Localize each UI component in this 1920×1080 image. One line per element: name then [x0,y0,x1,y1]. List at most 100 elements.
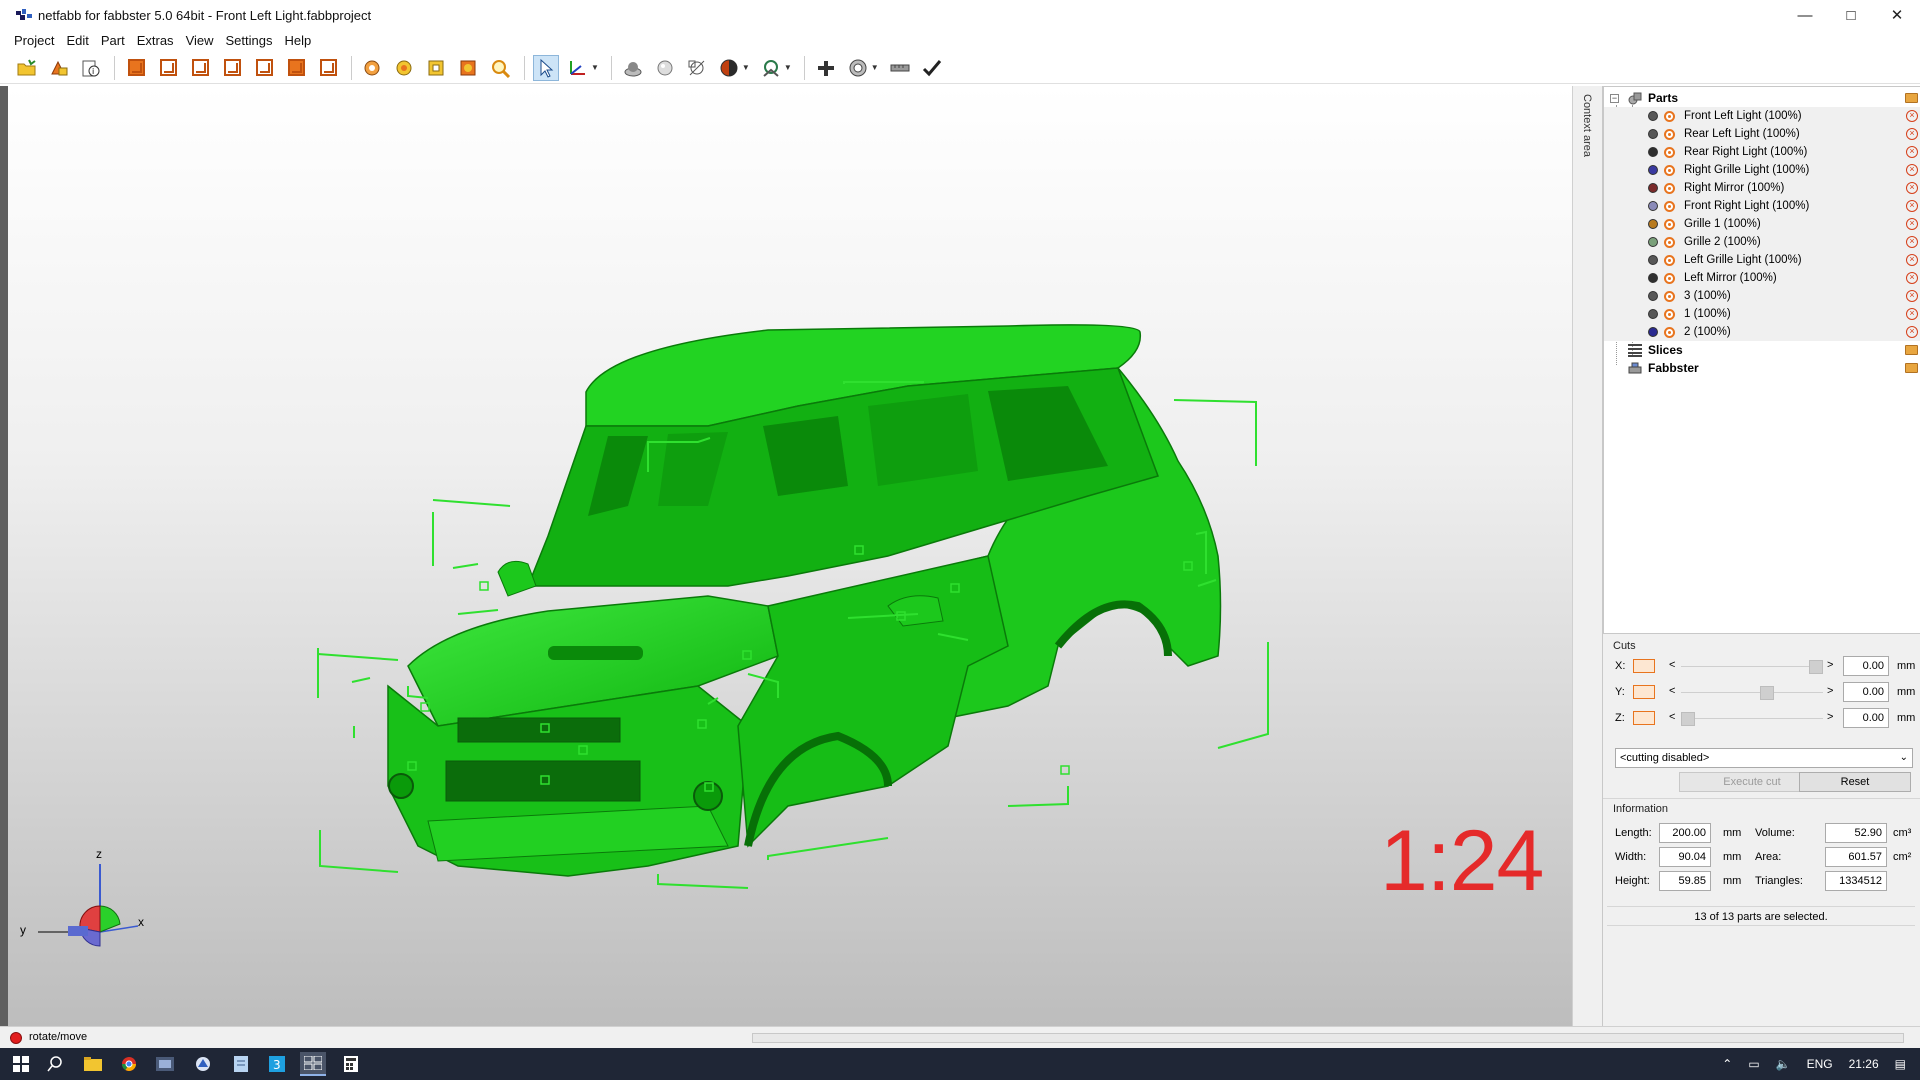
visibility-icon[interactable] [1664,146,1675,158]
minimize-icon[interactable]: — [1782,0,1828,30]
render-solid-icon[interactable] [620,55,646,81]
view-top-icon[interactable] [283,55,309,81]
part-color-icon[interactable] [1648,129,1658,139]
view-back-icon[interactable] [187,55,213,81]
vehicle-model[interactable]: z x y [8,86,1572,1026]
menu-part[interactable]: Part [95,33,131,48]
folder-icon[interactable] [1905,345,1918,355]
language-indicator[interactable]: ENG [1807,1057,1833,1071]
part-color-icon[interactable] [1648,273,1658,283]
part-color-icon[interactable] [1648,219,1658,229]
render-shaded-icon[interactable] [652,55,678,81]
notifications-icon[interactable]: ▤ [1895,1057,1906,1071]
menu-help[interactable]: Help [279,33,318,48]
part-color-icon[interactable] [1648,201,1658,211]
apply-icon[interactable] [919,55,945,81]
folder-icon[interactable] [1905,93,1918,103]
add-part-icon[interactable] [46,55,72,81]
remove-part-icon[interactable]: × [1906,218,1918,230]
chevron-right-icon[interactable]: > [1827,711,1833,723]
cut-slider-track[interactable] [1681,666,1823,667]
cut-slider-thumb[interactable] [1760,686,1775,700]
remove-part-icon[interactable]: × [1906,182,1918,194]
visibility-icon[interactable] [1664,164,1675,176]
tree-item-part[interactable]: 1 (100%) × [1604,305,1920,323]
network-icon[interactable]: ▭ [1748,1057,1759,1071]
remove-part-icon[interactable]: × [1906,326,1918,338]
tree-item-part[interactable]: Left Grille Light (100%) × [1604,251,1920,269]
part-color-icon[interactable] [1648,291,1658,301]
remove-part-icon[interactable]: × [1906,164,1918,176]
tree-item-part[interactable]: Front Left Light (100%) × [1604,107,1920,125]
remove-part-icon[interactable]: × [1906,254,1918,266]
remove-part-icon[interactable]: × [1906,308,1918,320]
part-color-icon[interactable] [1648,309,1658,319]
cut-slider-track[interactable] [1681,692,1823,693]
view-perspective-icon[interactable] [123,55,149,81]
visibility-icon[interactable] [1664,236,1675,248]
app-icon[interactable] [152,1052,178,1076]
view-bottom-icon[interactable] [315,55,341,81]
visibility-icon[interactable] [1664,326,1675,338]
visibility-icon[interactable] [1664,200,1675,212]
select-tool-icon[interactable] [533,54,559,81]
mesh-analysis-icon[interactable] [758,55,784,81]
windows-start-icon[interactable] [8,1052,34,1076]
cut-color-swatch[interactable] [1633,711,1655,725]
file-explorer-icon[interactable] [80,1052,106,1076]
folder-icon[interactable] [1905,363,1918,373]
chevron-right-icon[interactable]: > [1827,659,1833,671]
remove-part-icon[interactable]: × [1906,110,1918,122]
notes-icon[interactable] [228,1052,254,1076]
visibility-icon[interactable] [1664,128,1675,140]
tree-item-part[interactable]: Grille 1 (100%) × [1604,215,1920,233]
cut-slider-thumb[interactable] [1809,660,1823,674]
netfabb-icon[interactable] [190,1052,216,1076]
cut-color-swatch[interactable] [1633,659,1655,673]
parts-tree[interactable]: − Parts Front Left Light (100%) × Rear L… [1603,86,1920,634]
context-area-tab[interactable]: Context area [1572,86,1602,1026]
part-color-icon[interactable] [1648,183,1658,193]
part-color-icon[interactable] [1648,111,1658,121]
remove-part-icon[interactable]: × [1906,146,1918,158]
reset-button[interactable]: Reset [1799,772,1911,792]
chevron-down-icon[interactable]: ▼ [784,63,792,72]
clock[interactable]: 21:26 [1849,1057,1879,1071]
part-color-icon[interactable] [1648,165,1658,175]
tree-item-part[interactable]: Rear Left Light (100%) × [1604,125,1920,143]
part-info-icon[interactable]: i [78,55,104,81]
cut-value-input[interactable]: 0.00 [1843,656,1889,676]
chevron-left-icon[interactable]: < [1669,711,1675,723]
part-color-icon[interactable] [1648,255,1658,265]
calculator-icon[interactable] [338,1052,364,1076]
cut-slider-track[interactable] [1681,718,1823,719]
collapse-icon[interactable]: − [1610,93,1619,103]
remove-part-icon[interactable]: × [1906,200,1918,212]
remove-part-icon[interactable]: × [1906,236,1918,248]
netfabb-active-icon[interactable] [300,1052,326,1076]
tree-item-part[interactable]: Right Grille Light (100%) × [1604,161,1920,179]
3d-viewport[interactable]: z x y 1:24 [8,86,1572,1026]
chevron-down-icon[interactable]: ▼ [871,63,879,72]
part-color-icon[interactable] [1648,327,1658,337]
visibility-icon[interactable] [1664,308,1675,320]
menu-extras[interactable]: Extras [131,33,180,48]
cut-slider-thumb[interactable] [1681,712,1695,726]
chevron-left-icon[interactable]: < [1669,659,1675,671]
measure-icon[interactable] [887,55,913,81]
remove-part-icon[interactable]: × [1906,290,1918,302]
close-icon[interactable]: ✕ [1874,0,1920,30]
tree-group-slices[interactable]: Slices [1604,341,1920,359]
zoom-magnifier-icon[interactable] [488,55,514,81]
move-axis-icon[interactable] [565,55,591,81]
view-right-icon[interactable] [251,55,277,81]
view-left-icon[interactable] [219,55,245,81]
menu-project[interactable]: Project [8,33,60,48]
visibility-icon[interactable] [1664,110,1675,122]
cut-value-input[interactable]: 0.00 [1843,682,1889,702]
chevron-up-icon[interactable]: ⌃ [1722,1057,1732,1071]
search-icon[interactable] [42,1052,68,1076]
color-mode-icon[interactable] [716,55,742,81]
tree-item-part[interactable]: 3 (100%) × [1604,287,1920,305]
tree-group-fabbster[interactable]: Fabbster [1604,359,1920,377]
